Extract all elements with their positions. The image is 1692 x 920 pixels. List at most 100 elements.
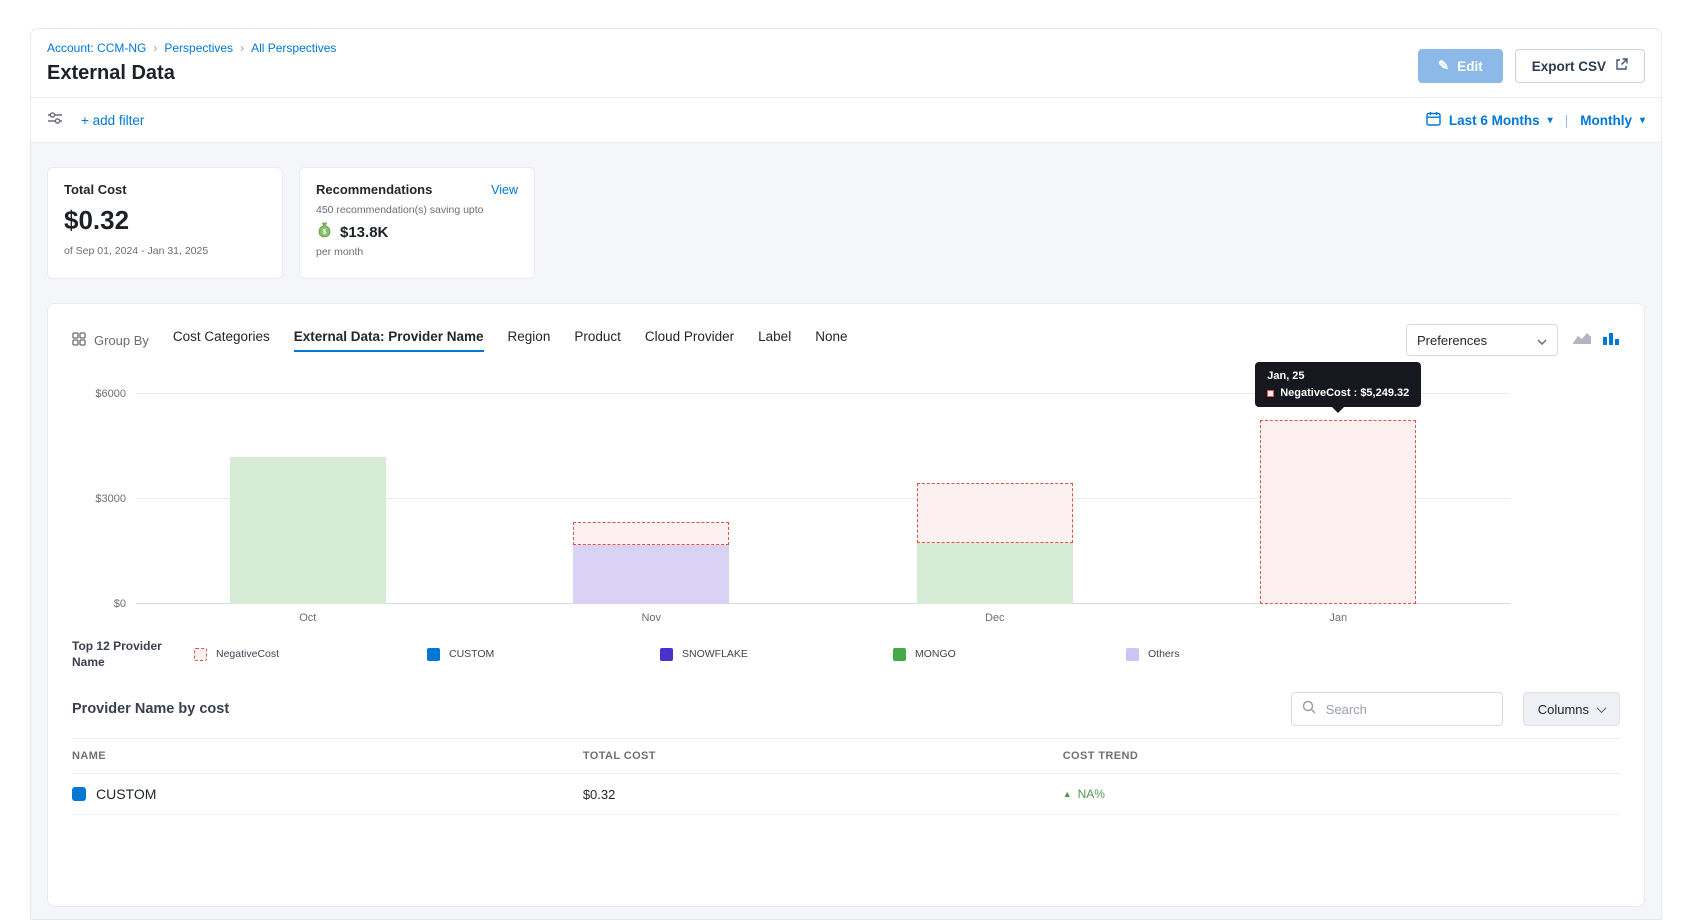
bar-column[interactable] bbox=[480, 394, 824, 604]
chart-legend: Top 12 Provider Name NegativeCost CUSTOMS… bbox=[72, 638, 1620, 670]
x-axis-label: Oct bbox=[136, 612, 480, 624]
legend-item[interactable]: CUSTOM bbox=[427, 648, 660, 661]
legend-item[interactable]: SNOWFLAKE bbox=[660, 648, 893, 661]
export-csv-button[interactable]: Export CSV bbox=[1515, 49, 1645, 83]
external-link-icon bbox=[1615, 58, 1628, 74]
legend-item[interactable]: NegativeCost bbox=[194, 648, 427, 661]
legend-label: Others bbox=[1148, 648, 1180, 660]
edit-button[interactable]: ✎ Edit bbox=[1418, 49, 1503, 83]
area-chart-icon[interactable] bbox=[1572, 330, 1592, 351]
bar-segment-mongo[interactable] bbox=[917, 543, 1073, 604]
trend-up-icon: ▲ bbox=[1063, 789, 1072, 799]
x-axis-labels: OctNovDecJan bbox=[136, 612, 1510, 624]
date-range-dropdown[interactable]: Last 6 Months bbox=[1449, 113, 1540, 128]
trend-value: NA% bbox=[1078, 787, 1105, 801]
calendar-icon bbox=[1426, 111, 1441, 129]
group-by-label-text: Group By bbox=[94, 333, 149, 348]
chevron-down-icon[interactable]: ▾ bbox=[1548, 115, 1553, 126]
breadcrumb-separator-icon: › bbox=[153, 41, 157, 55]
filter-right: Last 6 Months ▾ | Monthly ▾ bbox=[1426, 111, 1645, 129]
recommendations-savings: $13.8K bbox=[340, 224, 388, 241]
legend-swatch bbox=[893, 648, 906, 661]
columns-button[interactable]: Columns bbox=[1523, 692, 1620, 726]
search-icon bbox=[1302, 700, 1316, 719]
chevron-down-icon[interactable]: ▾ bbox=[1640, 115, 1645, 126]
recommendations-view-link[interactable]: View bbox=[491, 183, 518, 197]
svg-text:$: $ bbox=[323, 229, 327, 236]
header-actions: ✎ Edit Export CSV bbox=[1418, 49, 1645, 83]
recommendations-per-month: per month bbox=[316, 246, 518, 258]
columns-button-label: Columns bbox=[1538, 702, 1589, 717]
legend-item[interactable]: MONGO bbox=[893, 648, 1126, 661]
column-chart-icon[interactable] bbox=[1602, 330, 1620, 351]
total-cost-card: Total Cost $0.32 of Sep 01, 2024 - Jan 3… bbox=[47, 167, 283, 279]
recommendations-label: Recommendations bbox=[316, 182, 432, 197]
breadcrumb-separator-icon: › bbox=[240, 41, 244, 55]
legend-items: NegativeCost CUSTOMSNOWFLAKE MONGO Others bbox=[194, 648, 1620, 661]
filter-left: + add filter bbox=[47, 111, 144, 130]
cost-chart: $0$3000$6000 Jan, 25 NegativeCost : $5,2… bbox=[136, 394, 1510, 624]
page-header: Account: CCM-NG › Perspectives › All Per… bbox=[31, 29, 1661, 97]
filter-sliders-icon[interactable] bbox=[47, 111, 63, 130]
bar-segment-mongo[interactable] bbox=[230, 457, 386, 604]
bar-segment-negativecost[interactable] bbox=[917, 483, 1073, 543]
x-axis-label: Dec bbox=[823, 612, 1167, 624]
add-filter-button[interactable]: + add filter bbox=[81, 113, 144, 128]
search-input[interactable] bbox=[1324, 701, 1492, 718]
group-by-label: Group By bbox=[72, 332, 149, 349]
legend-swatch bbox=[194, 648, 207, 661]
table-column-header[interactable]: NAME bbox=[72, 750, 583, 762]
bar-segment-others[interactable] bbox=[573, 545, 729, 605]
provider-table: NAMETOTAL COSTCOST TREND CUSTOM$0.32▲NA% bbox=[72, 738, 1620, 815]
app-root: Account: CCM-NG › Perspectives › All Per… bbox=[0, 0, 1692, 920]
bar-column[interactable] bbox=[136, 394, 480, 604]
group-by-tab[interactable]: External Data: Provider Name bbox=[294, 329, 484, 352]
legend-item[interactable]: Others bbox=[1126, 648, 1359, 661]
legend-label: NegativeCost bbox=[216, 648, 279, 660]
total-cost-value: $0.32 bbox=[64, 205, 266, 236]
y-axis-label: $6000 bbox=[95, 388, 126, 400]
preferences-label: Preferences bbox=[1417, 333, 1487, 348]
edit-button-label: Edit bbox=[1457, 59, 1483, 74]
table-title: Provider Name by cost bbox=[72, 701, 229, 717]
group-by-tab[interactable]: Cost Categories bbox=[173, 329, 270, 352]
search-box[interactable] bbox=[1291, 692, 1503, 726]
bar-column[interactable] bbox=[1167, 394, 1511, 604]
tooltip-series-swatch bbox=[1267, 390, 1274, 397]
recommendations-subtitle: 450 recommendation(s) saving upto bbox=[316, 204, 518, 216]
bar-segment-negativecost[interactable] bbox=[1260, 420, 1416, 604]
summary-cards: Total Cost $0.32 of Sep 01, 2024 - Jan 3… bbox=[47, 167, 1645, 279]
legend-swatch bbox=[1126, 648, 1139, 661]
provider-total-cost: $0.32 bbox=[583, 787, 1063, 802]
table-column-header[interactable]: TOTAL COST bbox=[583, 750, 1063, 762]
group-by-tab[interactable]: Label bbox=[758, 329, 791, 352]
breadcrumb-account[interactable]: Account: CCM-NG bbox=[47, 41, 146, 55]
table-column-header[interactable]: COST TREND bbox=[1063, 750, 1620, 762]
y-axis-label: $0 bbox=[114, 598, 126, 610]
breadcrumb-all-perspectives[interactable]: All Perspectives bbox=[251, 41, 336, 55]
group-by-tab[interactable]: Product bbox=[574, 329, 621, 352]
breadcrumb-perspectives[interactable]: Perspectives bbox=[164, 41, 233, 55]
group-by-tab[interactable]: Region bbox=[508, 329, 551, 352]
group-by-tab[interactable]: None bbox=[815, 329, 847, 352]
legend-title: Top 12 Provider Name bbox=[72, 638, 194, 670]
group-by-tab[interactable]: Cloud Provider bbox=[645, 329, 734, 352]
granularity-dropdown[interactable]: Monthly bbox=[1580, 113, 1632, 128]
content-area: Total Cost $0.32 of Sep 01, 2024 - Jan 3… bbox=[31, 143, 1661, 919]
provider-swatch bbox=[72, 787, 86, 801]
x-axis-label: Nov bbox=[480, 612, 824, 624]
total-cost-period: of Sep 01, 2024 - Jan 31, 2025 bbox=[64, 245, 266, 257]
tooltip-value: NegativeCost : $5,249.32 bbox=[1280, 387, 1409, 399]
table-row[interactable]: CUSTOM$0.32▲NA% bbox=[72, 774, 1620, 815]
legend-label: MONGO bbox=[915, 648, 956, 660]
bar-segment-negativecost[interactable] bbox=[573, 522, 729, 545]
filter-bar: + add filter Last 6 Months ▾ | Monthly ▾ bbox=[31, 97, 1661, 143]
pencil-icon: ✎ bbox=[1438, 58, 1449, 74]
table-body: CUSTOM$0.32▲NA% bbox=[72, 774, 1620, 815]
chart-plot: $0$3000$6000 Jan, 25 NegativeCost : $5,2… bbox=[136, 394, 1510, 604]
bar-column[interactable] bbox=[823, 394, 1167, 604]
preferences-dropdown[interactable]: Preferences bbox=[1406, 324, 1558, 356]
chevron-down-icon bbox=[1597, 703, 1607, 713]
date-separator: | bbox=[1565, 113, 1569, 128]
group-by-row: Group By Cost Categories External Data: P… bbox=[72, 324, 1620, 356]
